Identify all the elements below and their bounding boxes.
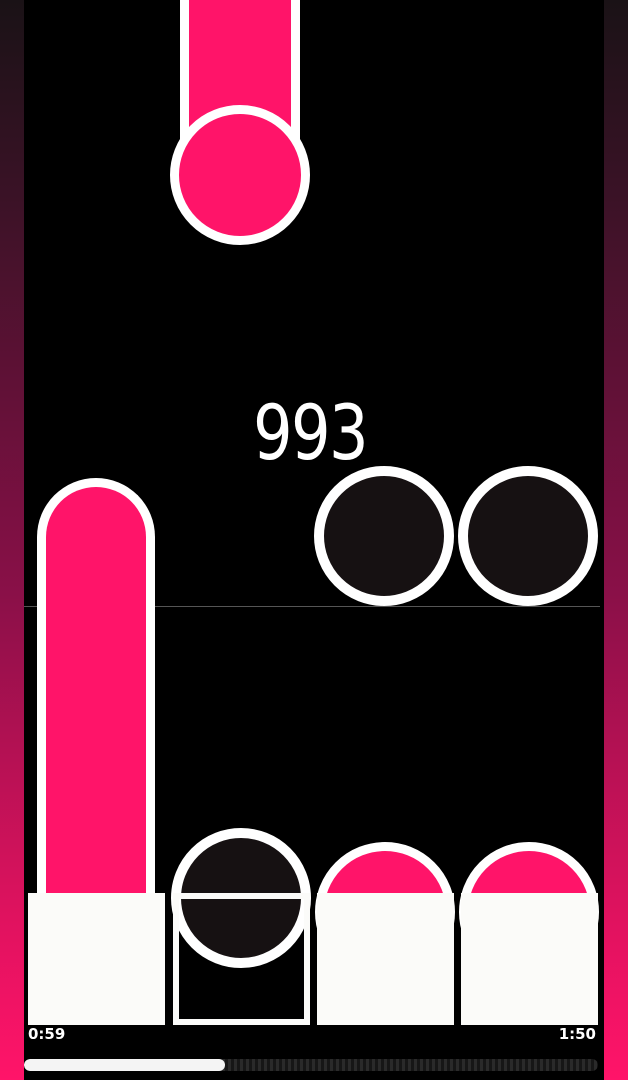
right-side-border (604, 0, 628, 1080)
receptor-pad-lane-4[interactable] (461, 893, 598, 1025)
left-side-border (0, 0, 24, 1080)
song-progress-fill (24, 1059, 225, 1071)
hold-note-lane-2-head (170, 105, 310, 245)
elapsed-time: 0:59 (28, 1025, 66, 1043)
tap-note-lane-3 (314, 466, 454, 606)
hold-note-lane-1 (37, 478, 155, 908)
receptor-pad-lane-2[interactable] (173, 893, 310, 1025)
score-counter: 993 (252, 388, 369, 477)
total-time: 1:50 (558, 1025, 596, 1043)
receptor-pad-lane-1[interactable] (28, 893, 165, 1025)
receptor-pad-lane-3[interactable] (317, 893, 454, 1025)
tap-note-lane-4 (458, 466, 598, 606)
song-progress-bar[interactable] (24, 1059, 598, 1071)
